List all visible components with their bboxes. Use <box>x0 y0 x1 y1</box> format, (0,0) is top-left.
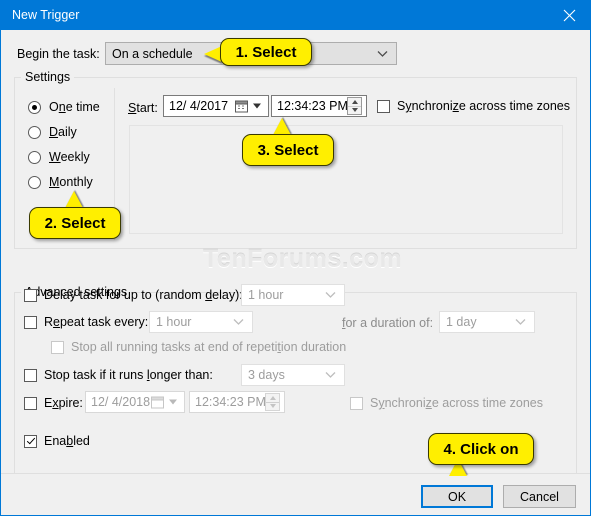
triangle-down-icon <box>351 108 358 113</box>
checkbox-indicator <box>24 368 37 382</box>
close-button[interactable] <box>547 1 590 30</box>
start-label: Start: <box>128 101 158 115</box>
start-date-field[interactable]: 12/ 4/2017 <box>163 95 269 117</box>
checkbox-indicator <box>24 396 37 410</box>
start-time-value: 12:34:23 PM <box>277 99 348 113</box>
dialog-footer: OK Cancel <box>1 473 590 515</box>
callout-2-tail <box>65 191 83 208</box>
delay-duration-value: 1 hour <box>248 288 284 302</box>
expire-date-field[interactable]: 12/ 4/2018 <box>85 391 185 413</box>
repeat-duration-combo[interactable]: 1 day <box>439 311 535 333</box>
radio-monthly[interactable]: Monthly <box>28 175 93 189</box>
expire-checkbox[interactable]: Expire: <box>24 396 83 410</box>
checkbox-indicator <box>350 396 363 410</box>
checkbox-indicator <box>377 99 390 113</box>
checkbox-indicator <box>51 340 64 354</box>
begin-task-value: On a schedule <box>112 46 193 61</box>
radio-weekly[interactable]: Weekly <box>28 150 90 164</box>
chevron-down-icon <box>325 372 336 378</box>
radio-daily-label: Daily <box>49 125 77 139</box>
repeat-interval-combo[interactable]: 1 hour <box>149 311 253 333</box>
calendar-dropdown-arrow[interactable] <box>169 399 177 405</box>
checkbox-indicator <box>24 315 37 329</box>
callout-2: 2. Select <box>29 207 121 239</box>
expire-date-value: 12/ 4/2018 <box>91 395 151 409</box>
delay-task-checkbox[interactable]: Delay task for up to (random delay): <box>24 288 243 302</box>
repeat-interval-value: 1 hour <box>156 315 192 329</box>
radio-one-time[interactable]: One time <box>28 100 100 114</box>
delay-duration-combo[interactable]: 1 hour <box>241 284 345 306</box>
calendar-icon <box>151 396 164 409</box>
stop-task-longer-checkbox[interactable]: Stop task if it runs longer than: <box>24 368 213 382</box>
repeat-duration-value: 1 day <box>446 315 477 329</box>
spinner-up[interactable] <box>348 98 361 107</box>
radio-indicator <box>28 125 41 139</box>
expire-sync-time-zones-checkbox[interactable]: Synchronize across time zones <box>350 396 543 410</box>
repeat-duration-label: for a duration of: <box>342 316 434 330</box>
radio-indicator <box>28 150 41 164</box>
callout-4: 4. Click on <box>428 433 534 465</box>
chevron-down-icon <box>325 292 336 298</box>
checkbox-indicator <box>24 288 37 302</box>
triangle-up-icon <box>351 99 358 104</box>
triangle-down-icon <box>269 404 276 409</box>
calendar-dropdown-arrow[interactable] <box>253 103 261 109</box>
chevron-down-icon <box>233 319 244 325</box>
expire-time-value: 12:34:23 PM <box>195 395 266 409</box>
stop-task-longer-label: Stop task if it runs longer than: <box>44 368 213 382</box>
expire-sync-time-zones-label: Synchronize across time zones <box>370 396 544 410</box>
enabled-checkbox[interactable]: Enabled <box>24 434 90 448</box>
start-date-value: 12/ 4/2017 <box>169 99 229 113</box>
title-bar: New Trigger <box>1 1 590 30</box>
spinner-down[interactable] <box>266 403 279 411</box>
begin-task-label: Begin the task: <box>17 47 100 61</box>
stop-task-duration-combo[interactable]: 3 days <box>241 364 345 386</box>
callout-3-tail <box>273 118 291 135</box>
sync-time-zones-label: Synchronize across time zones <box>397 99 571 113</box>
calendar-icon <box>235 100 248 113</box>
radio-monthly-label: Monthly <box>49 175 93 189</box>
stop-task-duration-value: 3 days <box>248 368 285 382</box>
radio-indicator <box>28 175 41 189</box>
delay-task-label: Delay task for up to (random delay): <box>44 288 243 302</box>
enabled-label: Enabled <box>44 434 90 448</box>
expire-time-field[interactable]: 12:34:23 PM <box>189 391 285 413</box>
checkbox-indicator <box>24 434 37 448</box>
callout-1: 1. Select <box>220 38 312 66</box>
spinner-up[interactable] <box>266 394 279 403</box>
radio-indicator <box>28 100 41 114</box>
callout-3: 3. Select <box>242 134 334 166</box>
chevron-down-icon <box>515 319 526 325</box>
expire-time-spinner[interactable] <box>265 393 280 411</box>
sync-time-zones-checkbox[interactable]: Synchronize across time zones <box>377 99 570 113</box>
expire-label: Expire: <box>44 396 83 410</box>
close-icon <box>563 9 576 22</box>
spinner-down[interactable] <box>348 107 361 115</box>
ok-button[interactable]: OK <box>421 485 493 508</box>
repeat-task-checkbox[interactable]: Repeat task every: <box>24 315 148 329</box>
triangle-up-icon <box>269 395 276 400</box>
window-title: New Trigger <box>12 8 80 22</box>
cancel-button[interactable]: Cancel <box>503 485 576 508</box>
radio-weekly-label: Weekly <box>49 150 90 164</box>
dialog-body: Begin the task: On a schedule Settings O… <box>1 30 590 480</box>
new-trigger-dialog: New Trigger Begin the task: On a schedul… <box>0 0 591 516</box>
stop-repetition-checkbox[interactable]: Stop all running tasks at end of repetit… <box>51 340 346 354</box>
chevron-down-icon <box>377 50 388 57</box>
stop-repetition-label: Stop all running tasks at end of repetit… <box>71 340 347 354</box>
schedule-detail-panel <box>129 125 563 234</box>
radio-one-time-label: One time <box>49 100 100 114</box>
radio-daily[interactable]: Daily <box>28 125 77 139</box>
start-time-field[interactable]: 12:34:23 PM <box>271 95 367 117</box>
start-time-spinner[interactable] <box>347 97 362 115</box>
settings-group-title: Settings <box>21 70 75 84</box>
repeat-task-label: Repeat task every: <box>44 315 149 329</box>
